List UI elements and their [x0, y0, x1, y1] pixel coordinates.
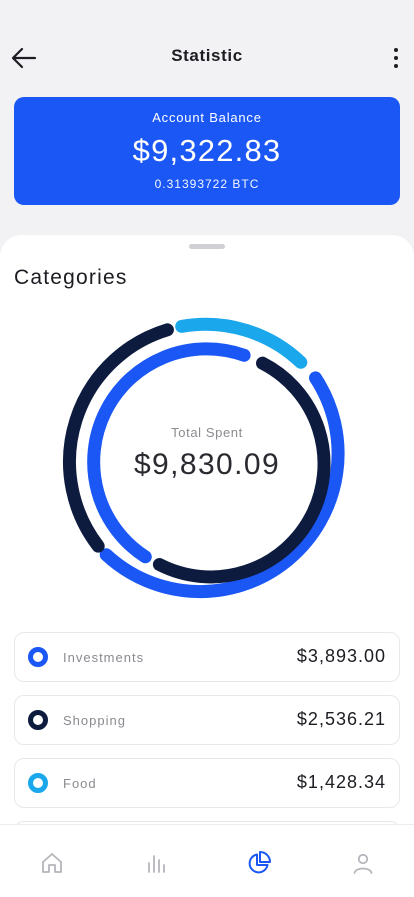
- category-name: Food: [63, 776, 97, 791]
- app-header: Statistic: [0, 0, 414, 110]
- category-amount: $3,893.00: [296, 646, 386, 666]
- category-amount: $1,428.34: [296, 772, 386, 792]
- home-icon: [42, 853, 62, 873]
- more-vertical-icon: [394, 48, 398, 52]
- nav-profile-button[interactable]: [347, 847, 379, 879]
- category-name: Shopping: [63, 713, 126, 728]
- page-title: Statistic: [171, 46, 243, 65]
- more-options-button[interactable]: [384, 40, 408, 76]
- user-icon: [353, 853, 373, 874]
- category-item-food[interactable]: Food $1,428.34: [14, 758, 400, 808]
- balance-btc: 0.31393722 BTC: [154, 177, 260, 191]
- balance-label: Account Balance: [152, 110, 262, 125]
- nav-stats-button[interactable]: [140, 847, 172, 879]
- category-item-investments[interactable]: Investments $3,893.00: [14, 632, 400, 682]
- circle-icon: [28, 710, 48, 730]
- category-amount: $2,536.21: [296, 709, 386, 729]
- balance-value: $9,322.83: [132, 133, 282, 168]
- total-spent-label: Total Spent: [171, 425, 243, 440]
- section-title: Categories: [14, 266, 128, 289]
- circle-icon: [28, 773, 48, 793]
- total-spent-value: $9,830.09: [133, 448, 281, 481]
- account-balance-card: Account Balance $9,322.83 0.31393722 BTC: [14, 97, 400, 205]
- circle-icon: [28, 647, 48, 667]
- sheet-drag-handle[interactable]: [189, 244, 225, 249]
- pie-chart-icon: [248, 851, 271, 874]
- bar-chart-icon: [148, 855, 165, 873]
- nav-home-button[interactable]: [36, 847, 68, 879]
- bottom-navigation: [0, 824, 414, 897]
- categories-sheet: Categories Total Spent $9,830.09 Investm…: [0, 235, 414, 896]
- category-item-shopping[interactable]: Shopping $2,536.21: [14, 695, 400, 745]
- category-name: Investments: [63, 650, 145, 665]
- nav-categories-button[interactable]: [243, 847, 275, 879]
